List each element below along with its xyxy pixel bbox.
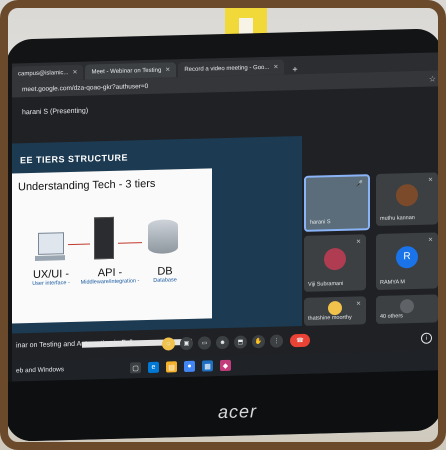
avatar: [328, 300, 342, 315]
participant-tile[interactable]: ✕ R RAMYA M: [376, 232, 438, 291]
participant-name: 40 others: [380, 313, 403, 320]
presenting-label: harani S (Presenting): [22, 107, 89, 117]
raise-hand-icon[interactable]: ✋: [252, 334, 265, 349]
avatar: [324, 247, 346, 270]
tab-label: Record a video meeting - Goo...: [184, 64, 270, 73]
monitor: campus@islamic... ✕ Meet - Webinar on Te…: [6, 28, 442, 442]
avatar: [396, 183, 418, 207]
file-explorer-icon[interactable]: ▤: [166, 361, 177, 373]
end-call-button[interactable]: ☎: [290, 333, 310, 348]
participant-tile[interactable]: ✕ muthu kannan: [376, 172, 438, 227]
participant-name: thatshine moorthy: [308, 314, 352, 322]
participant-name: Viji Subramani: [308, 280, 344, 288]
server-icon: [94, 216, 114, 260]
tier-caption: User interface -: [32, 280, 70, 288]
participant-name: harani S: [310, 219, 331, 226]
screen: campus@islamic... ✕ Meet - Webinar on Te…: [12, 52, 442, 382]
participant-tile[interactable]: ✕ thatshine moorthy: [304, 296, 366, 326]
arrow-icon: [118, 242, 142, 244]
participant-tile[interactable]: ✕ Viji Subramani: [304, 234, 366, 292]
avatar: R: [396, 245, 418, 269]
arrow-icon: [68, 243, 90, 246]
slide-subtitle: Understanding Tech - 3 tiers: [18, 177, 156, 194]
close-icon[interactable]: ✕: [72, 69, 77, 76]
reactions-icon[interactable]: ☺: [162, 337, 175, 351]
mic-off-icon: ✕: [355, 301, 361, 308]
mic-off-icon: ✕: [427, 177, 433, 184]
tab-label: campus@islamic...: [18, 69, 69, 77]
bookmark-star-icon[interactable]: ☆: [429, 74, 436, 83]
captions-icon[interactable]: ▣: [180, 336, 193, 351]
participant-name: muthu kannan: [380, 215, 415, 222]
database-icon: [148, 219, 178, 254]
url-text[interactable]: meet.google.com/dza-qoao-gkr?authuser=0: [22, 82, 148, 92]
tier-caption: Middleware/integration -: [80, 278, 140, 286]
tier-api: API - Middleware/integration -: [78, 266, 142, 286]
new-tab-button[interactable]: +: [286, 64, 303, 74]
mic-off-icon: ✕: [355, 239, 361, 246]
slide-content: Understanding Tech - 3 tiers UX/UI - Use…: [12, 168, 212, 348]
mic-icon: 🎤: [355, 181, 363, 188]
close-icon[interactable]: ✕: [165, 66, 170, 73]
participant-tile-self[interactable]: 🎤 harani S: [304, 174, 370, 232]
edge-icon[interactable]: e: [148, 361, 159, 373]
avatar: [400, 298, 414, 314]
app-icon[interactable]: ◆: [220, 359, 231, 372]
mic-off-icon: ✕: [427, 237, 433, 244]
tab-label: Meet - Webinar on Testing: [91, 67, 162, 75]
close-icon[interactable]: ✕: [273, 64, 278, 71]
store-icon[interactable]: ▦: [202, 360, 213, 372]
presentation-slide: EE TIERS STRUCTURE Understanding Tech - …: [12, 135, 302, 348]
tier-db: DB Database: [144, 265, 186, 284]
screen-share-icon[interactable]: ⬒: [234, 335, 247, 349]
chrome-icon[interactable]: ●: [184, 360, 195, 373]
participant-tile-others[interactable]: 40 others: [376, 294, 438, 325]
tier-label: DB: [157, 265, 173, 278]
computer-icon: [38, 232, 64, 255]
slide-title: EE TIERS STRUCTURE: [20, 152, 129, 166]
info-icon[interactable]: i: [421, 332, 432, 344]
more-options-icon[interactable]: ⋮: [270, 334, 283, 348]
taskbar-search[interactable]: eb and Windows: [16, 366, 64, 374]
tier-ui: UX/UI - User interface -: [26, 268, 76, 287]
present-icon[interactable]: ▭: [198, 336, 211, 350]
tier-caption: Database: [153, 277, 177, 284]
task-view-icon[interactable]: ▢: [130, 362, 141, 374]
emoji-icon[interactable]: ☻: [216, 335, 229, 350]
meeting-title: inar on Testing and Automation in Full .…: [16, 339, 141, 350]
participant-name: RAMYA M: [380, 279, 405, 286]
brand-logo: acer: [218, 401, 258, 423]
